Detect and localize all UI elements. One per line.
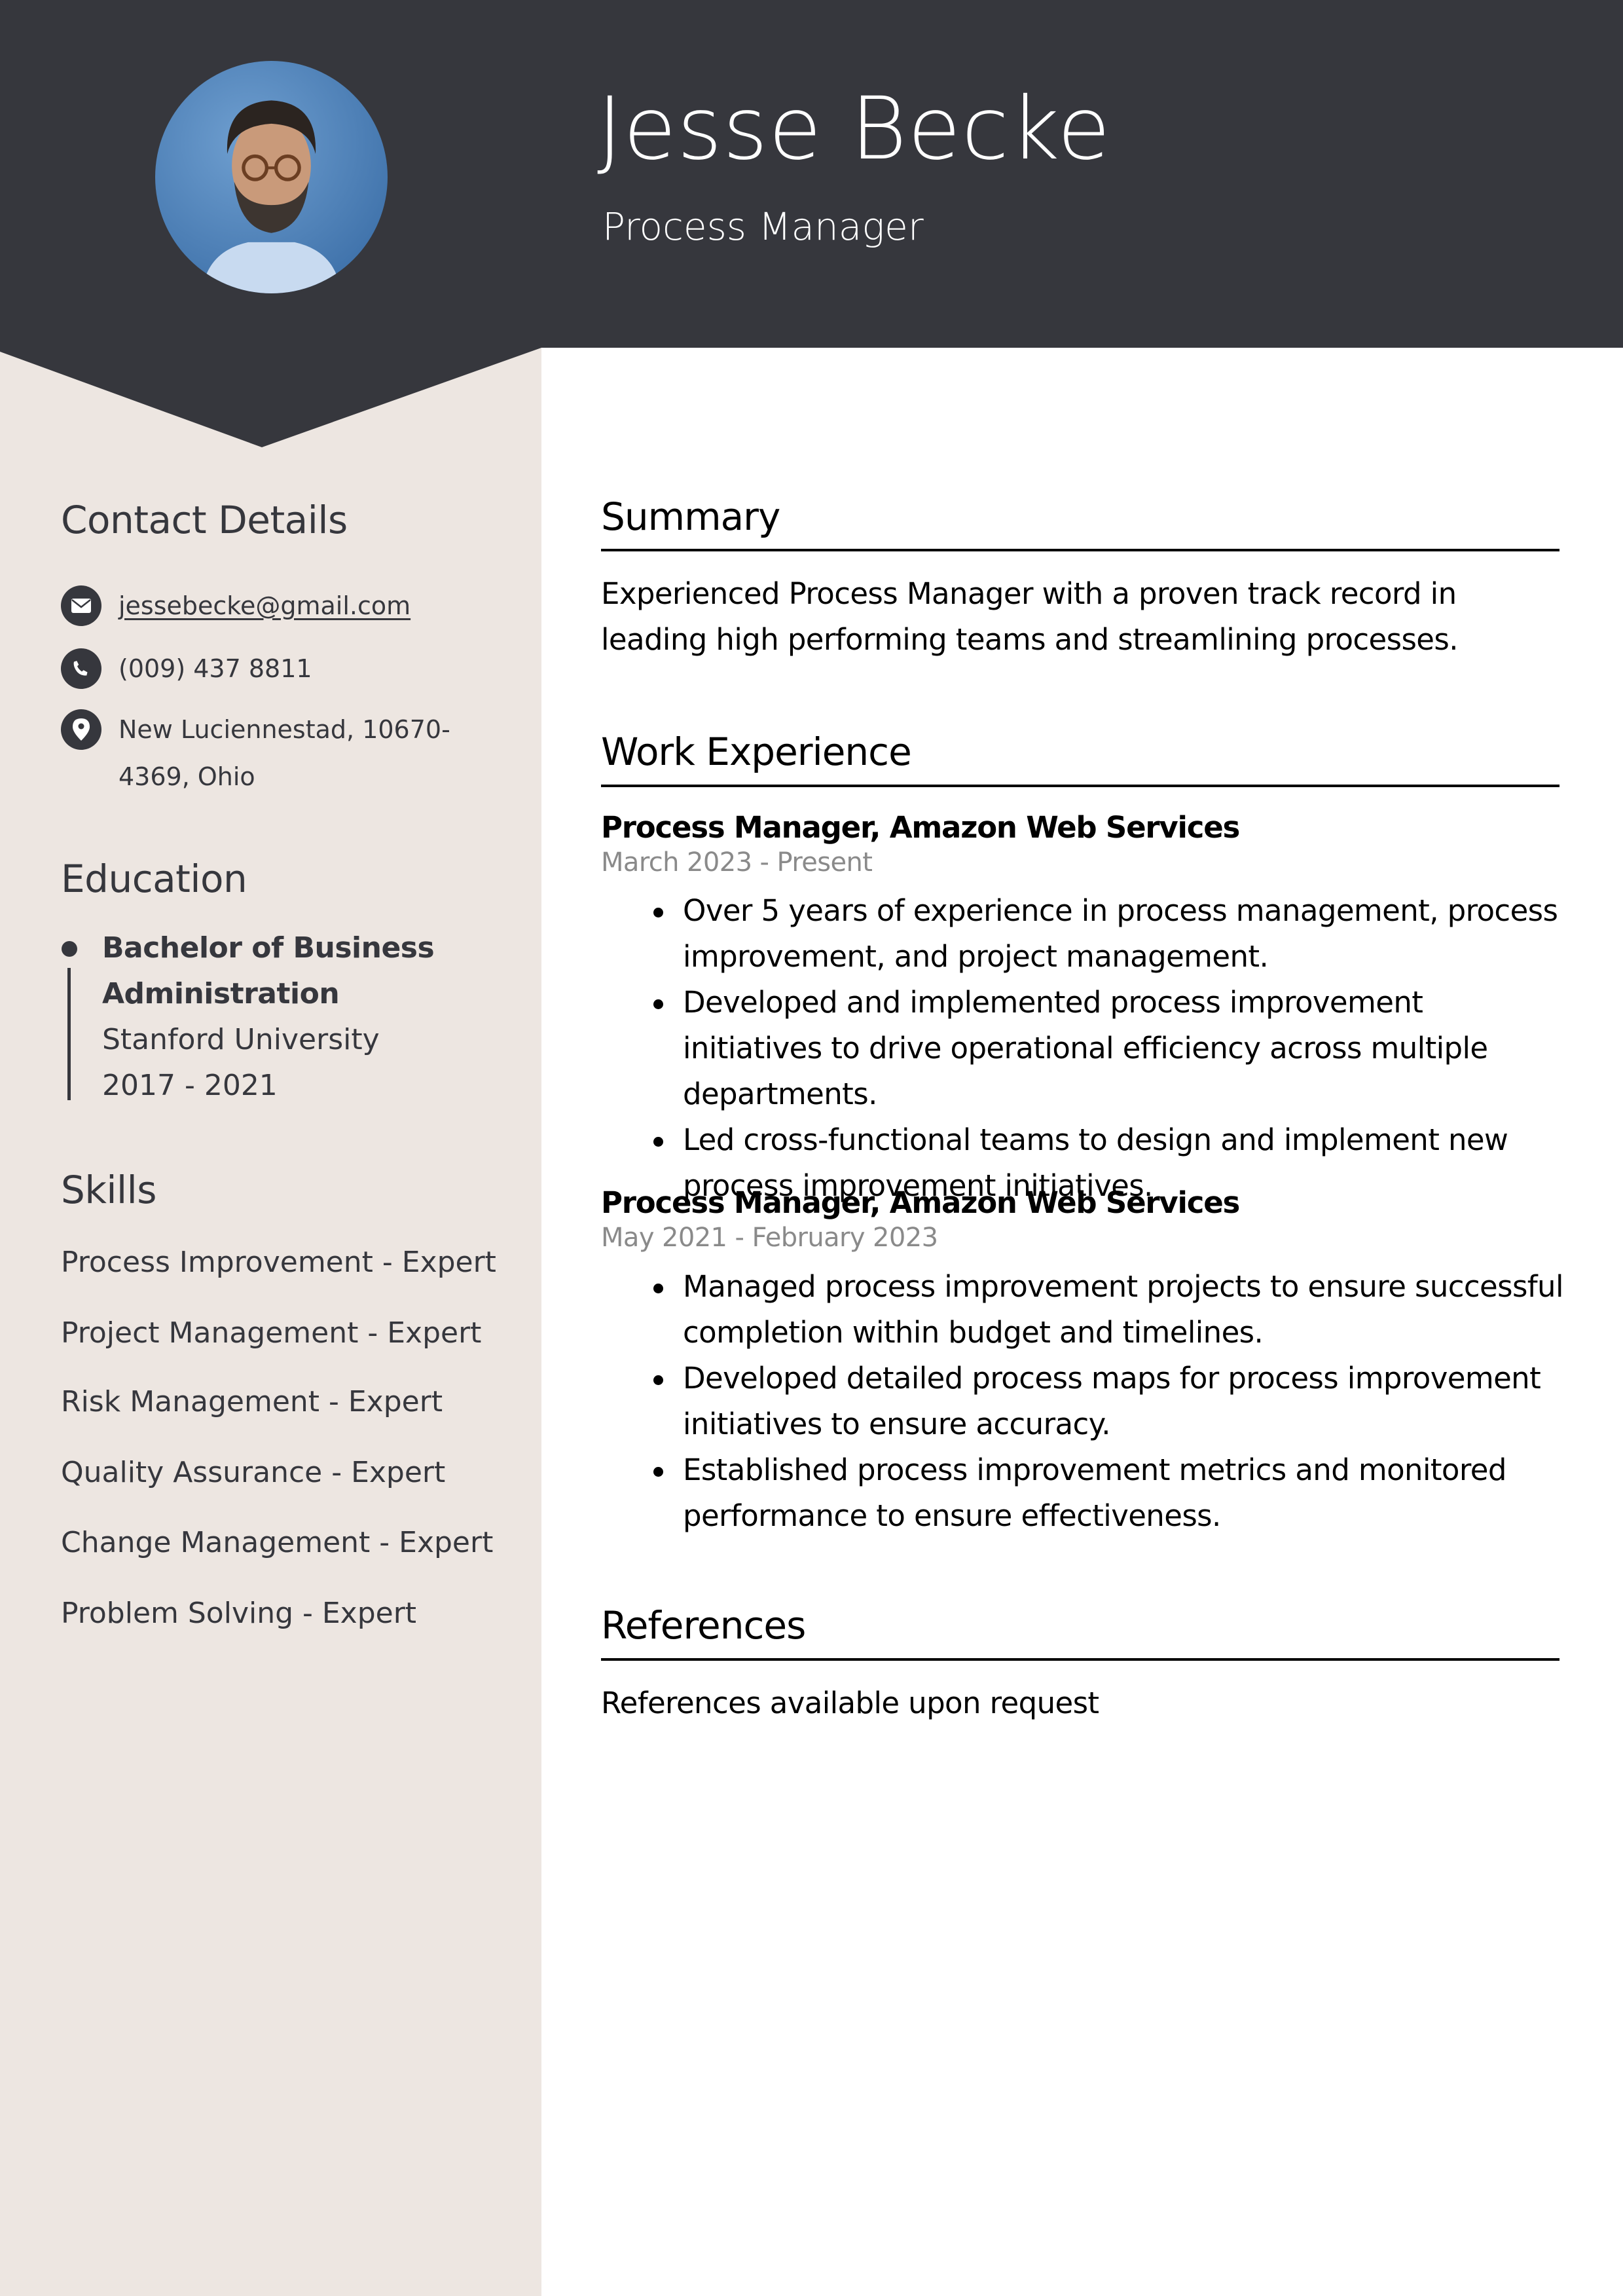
job-title: Process Manager, Amazon Web Services [601,1185,1240,1220]
job-bullet: Managed process improvement projects to … [653,1264,1563,1356]
skill-item: Problem Solving - Expert [61,1597,417,1630]
job-dates: March 2023 - Present [601,847,873,878]
skill-item: Quality Assurance - Expert [61,1456,446,1489]
job-bullets: Over 5 years of experience in process ma… [653,888,1563,1209]
education-degree-line2: Administration [102,977,340,1010]
education-years: 2017 - 2021 [102,1069,278,1102]
phone-icon [61,648,101,689]
job-dates: May 2021 - February 2023 [601,1223,938,1253]
skill-item: Change Management - Expert [61,1526,494,1559]
section-divider [601,1658,1559,1661]
education-heading: Education [61,857,247,901]
avatar [155,61,388,293]
job-bullet: Established process improvement metrics … [653,1447,1563,1539]
map-pin-icon [61,709,101,750]
address-text: New Luciennestad, 10670-4369, Ohio [119,715,450,791]
summary-heading: Summary [601,494,780,539]
avatar-photo-placeholder [155,61,388,293]
candidate-job-title: Process Manager [602,204,924,249]
contact-phone: (009) 437 8811 [61,648,459,692]
section-divider [601,785,1559,787]
summary-text: Experienced Process Manager with a prove… [601,576,1459,657]
contact-email[interactable]: jessebecke@gmail.com [61,585,459,629]
skill-item: Project Management - Expert [61,1316,482,1350]
contact-heading: Contact Details [61,498,348,542]
skill-item: Process Improvement - Expert [61,1246,496,1279]
work-experience-heading: Work Experience [601,730,912,774]
education-degree-line1: Bachelor of Business [102,931,435,965]
header-chevron [0,347,541,447]
envelope-icon [61,585,101,626]
skill-item: Risk Management - Expert [61,1385,443,1418]
job-bullet: Developed and implemented process improv… [653,980,1563,1117]
job-bullet: Developed detailed process maps for proc… [653,1356,1563,1447]
skills-heading: Skills [61,1168,156,1212]
job-title: Process Manager, Amazon Web Services [601,810,1240,845]
education-school: Stanford University [102,1023,380,1056]
references-text: References available upon request [601,1686,1099,1720]
timeline-dot [62,941,77,957]
timeline-line [67,968,71,1100]
references-heading: References [601,1603,806,1648]
phone-number: (009) 437 8811 [119,654,312,683]
job-bullet: Over 5 years of experience in process ma… [653,888,1563,980]
job-bullets: Managed process improvement projects to … [653,1264,1563,1539]
candidate-name: Jesse Becke [597,79,1112,179]
email-link[interactable]: jessebecke@gmail.com [119,582,459,629]
contact-address: New Luciennestad, 10670-4369, Ohio [61,709,459,800]
section-divider [601,549,1559,551]
